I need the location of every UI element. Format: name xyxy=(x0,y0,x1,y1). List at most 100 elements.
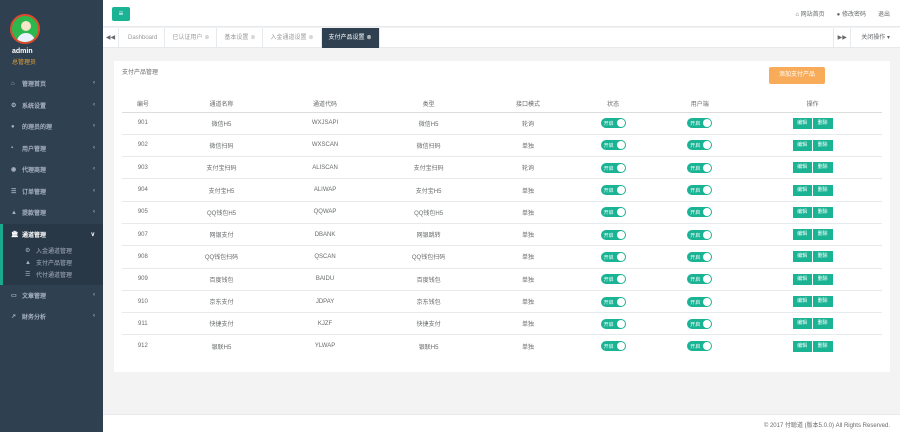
sidebar-item-eye[interactable]: ◉ 代理商理 ‹ xyxy=(0,159,103,181)
sidebar-item-list[interactable]: ☰ 订单管理 ‹ xyxy=(0,181,103,203)
delete-button[interactable]: 删除 xyxy=(812,318,833,330)
close-icon[interactable]: ⊗ xyxy=(367,35,372,41)
cell-type: 快捷支付 xyxy=(370,312,487,335)
table-row: 903 支付宝扫码 ALISCAN 支付宝扫码 轮询 开启 开启 编辑 删除 xyxy=(122,156,882,179)
add-product-button[interactable]: 添加支付产品 xyxy=(769,67,825,84)
cell-mode: 单独 xyxy=(486,245,570,269)
sidebar-item-lock[interactable]: ▲ 提款管理 ‹ xyxy=(0,202,103,224)
change-password-link[interactable]: ● 修改密码 xyxy=(837,9,866,18)
tab-3[interactable]: 入金通道设置 ⊗ xyxy=(263,28,322,48)
tabs-scroll-left-button[interactable]: ◀◀ xyxy=(103,28,119,48)
cell-id: 908 xyxy=(122,245,164,269)
user-side-toggle[interactable]: 开启 xyxy=(687,229,713,240)
status-toggle[interactable]: 开启 xyxy=(600,296,626,307)
delete-button[interactable]: 删除 xyxy=(812,139,833,151)
user-side-toggle[interactable]: 开启 xyxy=(687,251,713,262)
edit-button[interactable]: 编辑 xyxy=(792,117,813,129)
edit-button[interactable]: 编辑 xyxy=(792,340,813,352)
delete-button[interactable]: 删除 xyxy=(812,296,833,308)
status-toggle[interactable]: 开启 xyxy=(600,341,626,352)
delete-button[interactable]: 删除 xyxy=(812,273,833,285)
close-ops-dropdown[interactable]: 关闭操作 ▾ xyxy=(850,28,900,48)
logout-link[interactable]: 退出 xyxy=(878,9,890,18)
sidebar-item-label: 订单管理 xyxy=(22,189,47,196)
cell-code: QSCAN xyxy=(279,245,371,269)
user-side-toggle[interactable]: 开启 xyxy=(687,162,713,173)
table-row: 901 微信H5 WXJSAPI 微信H5 轮询 开启 开启 编辑 删除 xyxy=(122,111,882,135)
sidebar-item-users[interactable]: ▪ 用户管理 ‹ xyxy=(0,138,103,160)
sidebar-subitem[interactable]: ⚙ 入金通道管理 xyxy=(3,245,103,257)
user-side-toggle[interactable]: 开启 xyxy=(687,274,713,285)
edit-button[interactable]: 编辑 xyxy=(792,229,813,241)
sidebar-subitem[interactable]: ▲ 支付产品管理 xyxy=(3,257,103,269)
profile-role: 总管理员 xyxy=(12,60,37,66)
sidebar-item-book[interactable]: ▭ 文章管理 ‹ xyxy=(0,285,103,307)
cell-type: 网银跳转 xyxy=(370,222,487,246)
status-toggle[interactable]: 开启 xyxy=(600,251,626,262)
sidebar-item-label: 系统设置 xyxy=(22,103,47,110)
delete-button[interactable]: 删除 xyxy=(812,184,833,196)
status-toggle[interactable]: 开启 xyxy=(600,185,626,196)
user-side-toggle[interactable]: 开启 xyxy=(687,296,713,307)
cell-mode: 单独 xyxy=(486,334,570,358)
sidebar-item-label: 的理员的理 xyxy=(22,125,53,132)
tab-1[interactable]: 已认证用户 ⊗ xyxy=(165,28,218,48)
edit-button[interactable]: 编辑 xyxy=(792,162,813,174)
status-toggle[interactable]: 开启 xyxy=(600,318,626,329)
status-toggle[interactable]: 开启 xyxy=(600,229,626,240)
sidebar-subitem[interactable]: ☰ 代付通道管理 xyxy=(3,269,103,281)
sidebar-item-home[interactable]: ⌂ 管理首页 ‹ xyxy=(0,73,103,95)
status-toggle[interactable]: 开启 xyxy=(600,118,626,129)
user-side-toggle[interactable]: 开启 xyxy=(687,341,713,352)
status-toggle[interactable]: 开启 xyxy=(600,140,626,151)
cell-code: JDPAY xyxy=(279,289,371,313)
tab-4[interactable]: 支付产品设置 ⊗ xyxy=(321,28,380,48)
delete-button[interactable]: 删除 xyxy=(812,206,833,218)
delete-button[interactable]: 删除 xyxy=(812,229,833,241)
status-toggle[interactable]: 开启 xyxy=(600,162,626,173)
user-side-toggle[interactable]: 开启 xyxy=(687,318,713,329)
bank-icon: 🏛 xyxy=(11,231,19,238)
edit-button[interactable]: 编辑 xyxy=(792,206,813,218)
close-icon[interactable]: ⊗ xyxy=(308,35,313,41)
user-side-toggle[interactable]: 开启 xyxy=(687,118,713,129)
sidebar-item-chart[interactable]: ↗ 财务分析 ‹ xyxy=(0,306,103,328)
chevron-left-icon: ‹ xyxy=(93,291,95,298)
menu-toggle-button[interactable]: ≡ xyxy=(112,7,130,21)
user-side-toggle[interactable]: 开启 xyxy=(687,185,713,196)
edit-button[interactable]: 编辑 xyxy=(792,318,813,330)
delete-button[interactable]: 删除 xyxy=(812,162,833,174)
edit-button[interactable]: 编辑 xyxy=(792,296,813,308)
close-icon[interactable]: ⊗ xyxy=(250,35,255,41)
tabs-scroll-right-button[interactable]: ▶▶ xyxy=(833,28,850,48)
profile-name[interactable]: admin xyxy=(12,48,33,55)
site-home-link[interactable]: ⌂ 网站首页 xyxy=(795,9,824,18)
delete-button[interactable]: 删除 xyxy=(812,251,833,263)
cell-code: YLWAP xyxy=(279,334,371,358)
chevron-left-icon: ‹ xyxy=(93,144,95,151)
user-side-toggle[interactable]: 开启 xyxy=(687,207,713,218)
tab-0[interactable]: Dashboard xyxy=(121,28,166,48)
avatar[interactable] xyxy=(10,14,40,44)
gear-icon: ⚙ xyxy=(25,248,31,254)
edit-button[interactable]: 编辑 xyxy=(792,184,813,196)
column-header: 状态 xyxy=(569,96,657,113)
delete-button[interactable]: 删除 xyxy=(812,340,833,352)
panel-title: 支付产品管理 xyxy=(122,70,159,76)
edit-button[interactable]: 编辑 xyxy=(792,139,813,151)
delete-button[interactable]: 删除 xyxy=(812,117,833,129)
sidebar-item-label: 财务分析 xyxy=(22,315,47,322)
sidebar-item-gear[interactable]: ⚙ 系统设置 ‹ xyxy=(0,95,103,117)
status-toggle[interactable]: 开启 xyxy=(600,207,626,218)
sidebar-item-user[interactable]: ● 的理员的理 ‹ xyxy=(0,116,103,138)
user-side-toggle[interactable]: 开启 xyxy=(687,140,713,151)
edit-button[interactable]: 编辑 xyxy=(792,273,813,285)
tab-2[interactable]: 基本设置 ⊗ xyxy=(217,28,264,48)
edit-button[interactable]: 编辑 xyxy=(792,251,813,263)
sidebar-item-channel[interactable]: 🏛 通道管理 ∨ ⚙ 入金通道管理 ▲ 支付产品管理 ☰ 代付通道管理 xyxy=(0,223,103,285)
close-icon[interactable]: ⊗ xyxy=(204,35,209,41)
book-icon: ▭ xyxy=(11,292,17,299)
column-header: 用户端 xyxy=(656,96,744,113)
cell-mode: 单独 xyxy=(486,200,570,224)
status-toggle[interactable]: 开启 xyxy=(600,274,626,285)
